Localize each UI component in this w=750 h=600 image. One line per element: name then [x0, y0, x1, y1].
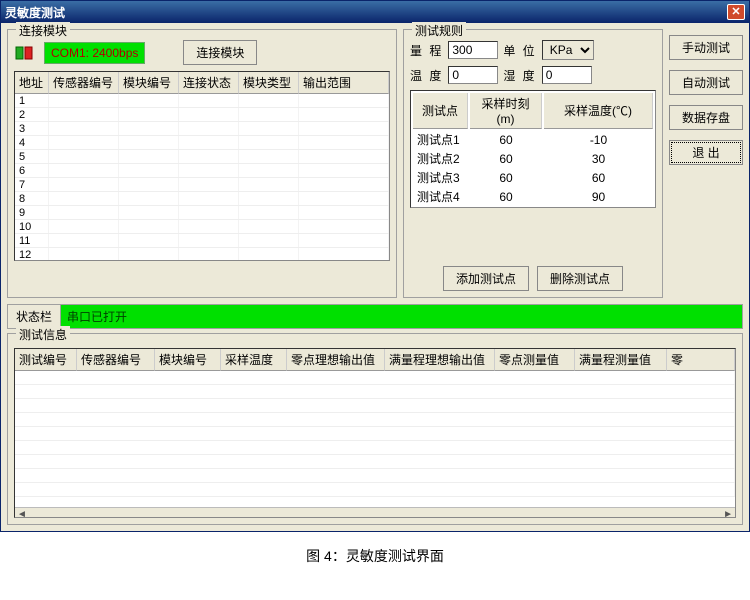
- exit-button[interactable]: 退 出: [669, 140, 743, 165]
- close-button[interactable]: ✕: [727, 4, 745, 20]
- info-list-header: 测试编号 传感器编号 模块编号 采样温度 零点理想输出值 满量程理想输出值 零点…: [15, 349, 735, 371]
- auto-test-button[interactable]: 自动测试: [669, 70, 743, 95]
- points-col-name[interactable]: 测试点: [413, 93, 468, 129]
- status-bar: 状态栏 串口已打开: [7, 304, 743, 329]
- table-row[interactable]: 测试点36060: [413, 169, 653, 186]
- table-row[interactable]: 3: [15, 122, 389, 136]
- temp-input[interactable]: [448, 66, 498, 84]
- connect-group: 连接模块 COM1: 2400bps 连接模块 地址 传感器编号 模块编号 连接…: [7, 29, 397, 298]
- module-list-body[interactable]: 1234567891011121314: [15, 94, 389, 261]
- info-col-8[interactable]: 零: [667, 349, 735, 371]
- hum-input[interactable]: [542, 66, 592, 84]
- port-badge: COM1: 2400bps: [44, 42, 145, 64]
- connect-group-title: 连接模块: [16, 22, 70, 39]
- table-row[interactable]: [15, 413, 735, 427]
- rules-group: 测试规则 量 程 单 位 KPa 温 度 湿 度 测试点 采样时刻(m): [403, 29, 663, 298]
- connect-button[interactable]: 连接模块: [183, 40, 257, 65]
- info-col-1[interactable]: 传感器编号: [77, 349, 155, 371]
- module-list-header: 地址 传感器编号 模块编号 连接状态 模块类型 输出范围: [15, 72, 389, 94]
- table-row[interactable]: 7: [15, 178, 389, 192]
- table-row[interactable]: 5: [15, 150, 389, 164]
- table-row[interactable]: 测试点46090: [413, 188, 653, 205]
- info-list-body[interactable]: [15, 371, 735, 507]
- temp-label: 温 度: [410, 67, 443, 84]
- table-row[interactable]: 12: [15, 248, 389, 261]
- table-row[interactable]: 4: [15, 136, 389, 150]
- table-row[interactable]: [15, 371, 735, 385]
- manual-test-button[interactable]: 手动测试: [669, 35, 743, 60]
- table-row[interactable]: [15, 385, 735, 399]
- port-status-icon: [14, 43, 36, 63]
- save-data-button[interactable]: 数据存盘: [669, 105, 743, 130]
- hum-label: 湿 度: [503, 67, 536, 84]
- col-module-id[interactable]: 模块编号: [119, 72, 179, 94]
- info-col-7[interactable]: 满量程测量值: [575, 349, 667, 371]
- table-row[interactable]: 测试点160-10: [413, 131, 653, 148]
- h-scrollbar[interactable]: ◄►: [15, 507, 735, 518]
- status-text: 串口已打开: [61, 305, 742, 328]
- table-row[interactable]: [15, 469, 735, 483]
- col-module-type[interactable]: 模块类型: [239, 72, 299, 94]
- module-list[interactable]: 地址 传感器编号 模块编号 连接状态 模块类型 输出范围 12345678910…: [14, 71, 390, 261]
- info-group: 测试信息 测试编号 传感器编号 模块编号 采样温度 零点理想输出值 满量程理想输…: [7, 333, 743, 525]
- table-row[interactable]: 8: [15, 192, 389, 206]
- info-group-title: 测试信息: [16, 326, 70, 343]
- table-row[interactable]: [15, 399, 735, 413]
- table-row[interactable]: 2: [15, 108, 389, 122]
- add-point-button[interactable]: 添加测试点: [443, 266, 529, 291]
- table-row[interactable]: [15, 455, 735, 469]
- col-conn-status[interactable]: 连接状态: [179, 72, 239, 94]
- table-row[interactable]: 9: [15, 206, 389, 220]
- app-window: 灵敏度测试 ✕ 连接模块 COM1: 2400bps 连接模块 地址 传感器编号: [0, 0, 750, 532]
- points-col-time[interactable]: 采样时刻(m): [470, 93, 542, 129]
- table-row[interactable]: 10: [15, 220, 389, 234]
- points-table[interactable]: 测试点 采样时刻(m) 采样温度(℃) 测试点160-10 测试点26030 测试点…: [410, 90, 656, 208]
- window-title: 灵敏度测试: [5, 4, 65, 21]
- table-row[interactable]: [15, 441, 735, 455]
- range-label: 量 程: [410, 42, 443, 59]
- del-point-button[interactable]: 删除测试点: [537, 266, 623, 291]
- info-col-3[interactable]: 采样温度: [221, 349, 287, 371]
- col-sensor-id[interactable]: 传感器编号: [49, 72, 119, 94]
- table-row[interactable]: [15, 427, 735, 441]
- points-col-temp[interactable]: 采样温度(℃): [544, 93, 653, 129]
- table-row[interactable]: 1: [15, 94, 389, 108]
- window-body: 连接模块 COM1: 2400bps 连接模块 地址 传感器编号 模块编号 连接…: [1, 23, 749, 531]
- table-row[interactable]: [15, 483, 735, 497]
- figure-caption: 图 4：灵敏度测试界面: [0, 546, 750, 566]
- right-button-column: 手动测试 自动测试 数据存盘 退 出: [669, 29, 743, 298]
- col-output-range[interactable]: 输出范围: [299, 72, 389, 94]
- unit-label: 单 位: [503, 42, 536, 59]
- range-input[interactable]: [448, 41, 498, 59]
- table-row[interactable]: 11: [15, 234, 389, 248]
- info-col-5[interactable]: 满量程理想输出值: [385, 349, 495, 371]
- info-col-6[interactable]: 零点测量值: [495, 349, 575, 371]
- info-col-0[interactable]: 测试编号: [15, 349, 77, 371]
- table-row[interactable]: 测试点26030: [413, 150, 653, 167]
- info-col-4[interactable]: 零点理想输出值: [287, 349, 385, 371]
- info-col-2[interactable]: 模块编号: [155, 349, 221, 371]
- table-row[interactable]: 6: [15, 164, 389, 178]
- status-label: 状态栏: [8, 305, 61, 328]
- unit-select[interactable]: KPa: [542, 40, 594, 60]
- col-address[interactable]: 地址: [15, 72, 49, 94]
- titlebar: 灵敏度测试 ✕: [1, 1, 749, 23]
- rules-group-title: 测试规则: [412, 22, 466, 39]
- info-list[interactable]: 测试编号 传感器编号 模块编号 采样温度 零点理想输出值 满量程理想输出值 零点…: [14, 348, 736, 518]
